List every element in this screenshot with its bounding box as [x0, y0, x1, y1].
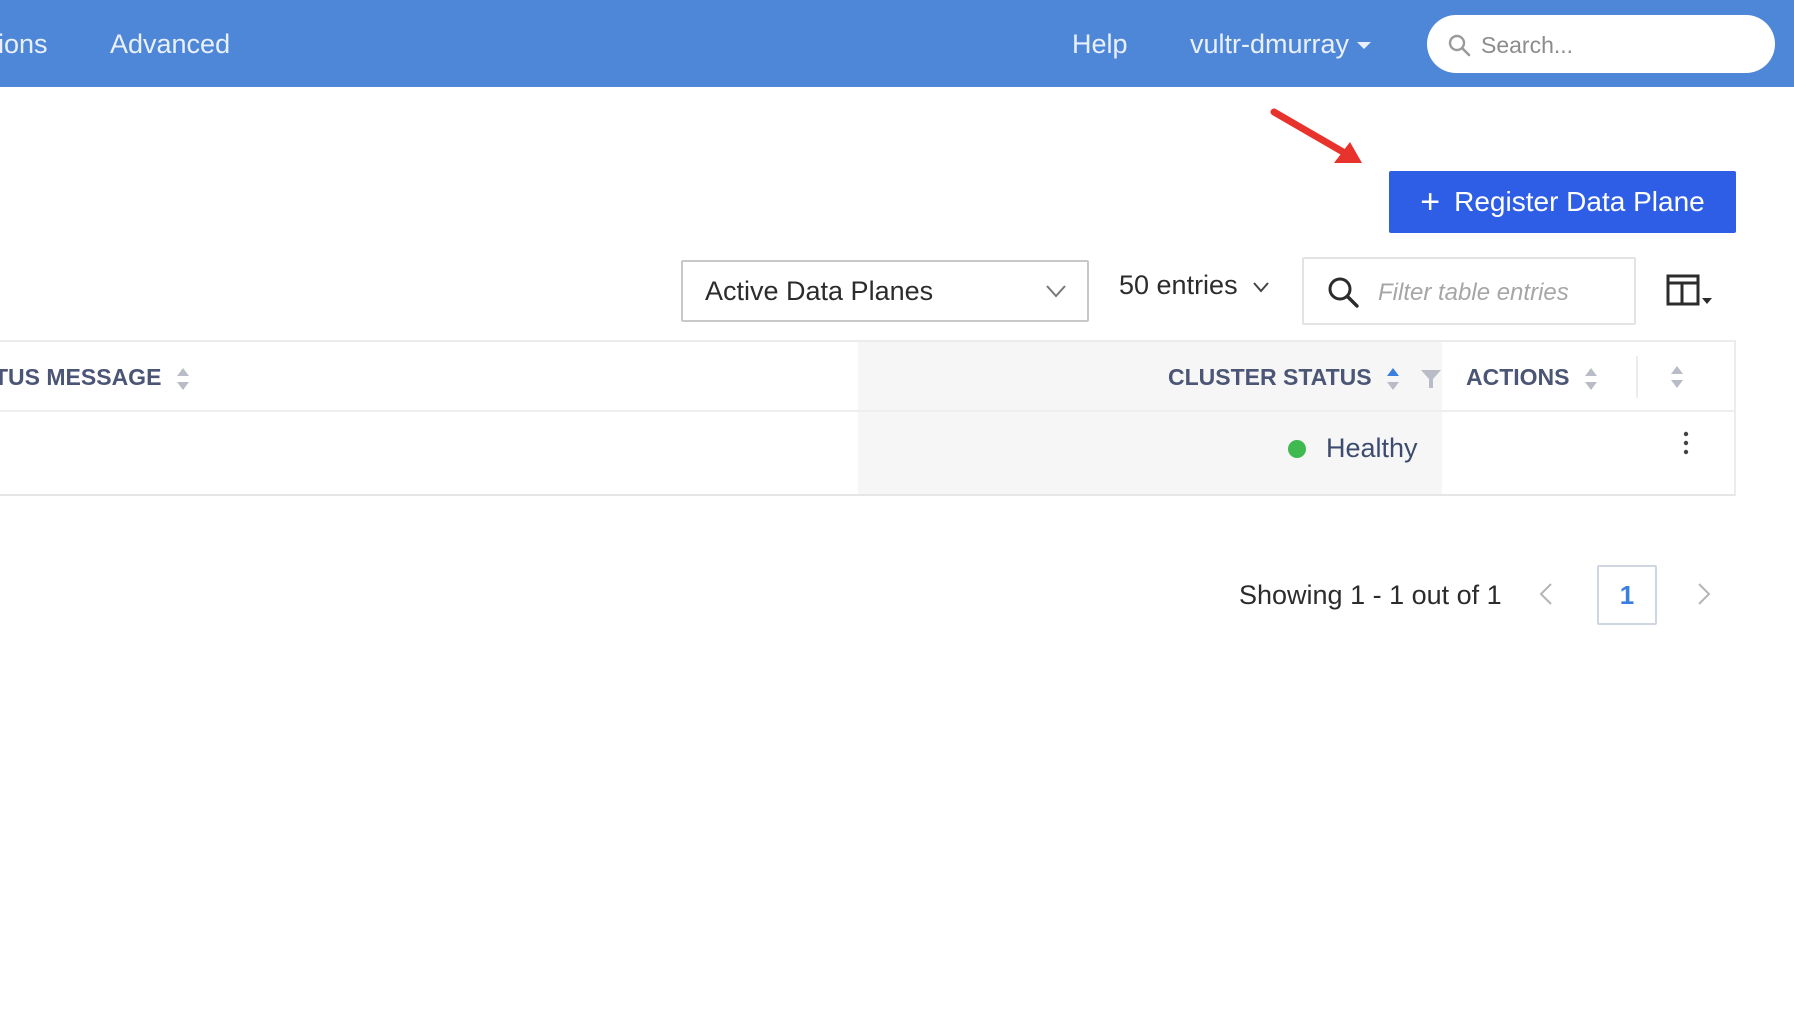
register-data-plane-button[interactable]: + Register Data Plane: [1389, 171, 1736, 233]
column-header-extra-sort[interactable]: [1670, 364, 1684, 395]
chevron-down-icon: [1252, 282, 1269, 293]
annotation-arrow-icon: [1270, 108, 1362, 163]
filter-icon[interactable]: [1420, 368, 1442, 390]
cluster-status-value: Healthy: [1326, 433, 1418, 463]
global-search[interactable]: [1427, 15, 1775, 73]
column-header-label: TUS MESSAGE: [0, 364, 162, 390]
data-planes-filter-select[interactable]: Active Data Planes: [681, 260, 1089, 322]
nav-item-advanced[interactable]: Advanced: [110, 26, 230, 62]
column-header-cluster-status[interactable]: CLUSTER STATUS: [1168, 364, 1442, 392]
column-header-label: CLUSTER STATUS: [1168, 364, 1372, 390]
row-actions-menu-icon[interactable]: [1679, 428, 1693, 460]
chevron-right-icon[interactable]: [1696, 582, 1712, 606]
user-menu[interactable]: vultr-dmurray: [1190, 26, 1372, 62]
columns-icon: [1666, 274, 1712, 306]
data-planes-table: TUS MESSAGE CLUSTER STATUS ACTIONS Healt…: [0, 340, 1736, 496]
sort-icon[interactable]: [1670, 364, 1684, 390]
search-icon: [1328, 277, 1359, 308]
sort-icon[interactable]: [176, 366, 190, 392]
nav-item-help[interactable]: Help: [1072, 26, 1128, 62]
status-dot-icon: [1288, 439, 1306, 458]
column-header-actions[interactable]: ACTIONS: [1466, 364, 1598, 392]
header-divider: [0, 410, 1734, 412]
pagination-summary: Showing 1 - 1 out of 1: [1239, 580, 1502, 610]
column-separator: [1636, 356, 1638, 398]
top-nav-bar: ions Advanced Help vultr-dmurray: [0, 0, 1794, 87]
column-header-label: ACTIONS: [1466, 364, 1570, 390]
column-header-status-message[interactable]: TUS MESSAGE: [0, 364, 190, 392]
table-filter-input[interactable]: [1376, 275, 1620, 311]
entries-per-page-select[interactable]: 50 entries: [1119, 270, 1270, 301]
chevron-left-icon[interactable]: [1538, 582, 1554, 606]
page-number-current[interactable]: 1: [1597, 565, 1657, 625]
entries-per-page-value: 50 entries: [1119, 270, 1238, 300]
data-planes-filter-value: Active Data Planes: [705, 276, 934, 306]
search-icon: [1448, 34, 1471, 57]
nav-item-integrations[interactable]: ions: [0, 26, 48, 62]
sort-ascending-icon[interactable]: [1386, 366, 1400, 392]
register-data-plane-label: Register Data Plane: [1454, 186, 1705, 217]
table-filter[interactable]: [1302, 257, 1636, 325]
caret-down-icon: [1357, 42, 1372, 50]
cluster-status-cell: Healthy: [1288, 433, 1418, 464]
global-search-input[interactable]: [1479, 27, 1753, 63]
plus-icon: +: [1420, 183, 1441, 221]
column-chooser-button[interactable]: [1666, 274, 1716, 315]
sort-icon[interactable]: [1584, 366, 1598, 392]
chevron-down-icon: [1046, 285, 1066, 298]
user-menu-label: vultr-dmurray: [1190, 29, 1350, 59]
